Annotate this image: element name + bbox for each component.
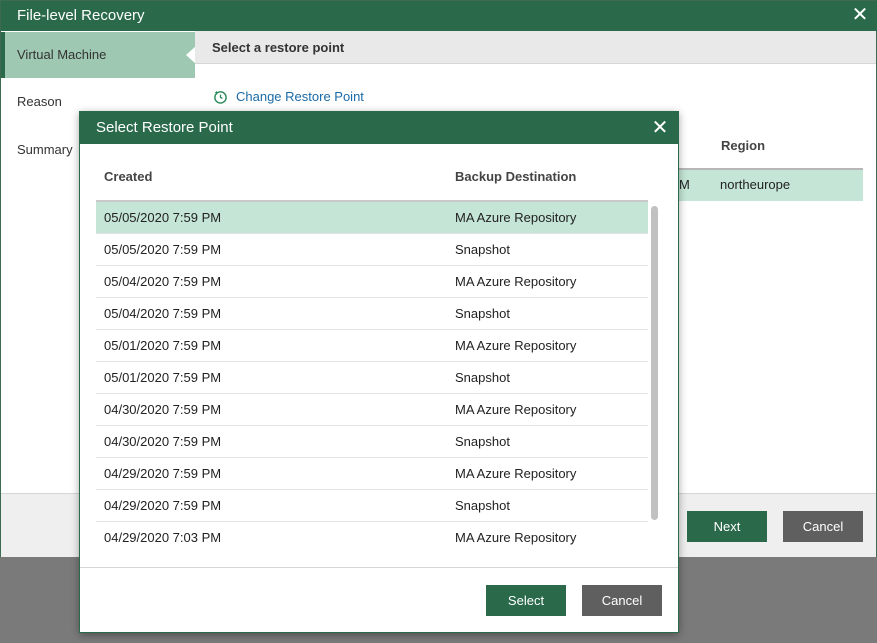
cell-backup-destination: MA Azure Repository [455, 210, 577, 225]
cancel-button[interactable]: Cancel [783, 511, 863, 542]
scrollbar-thumb[interactable] [651, 206, 658, 520]
dialog-titlebar: Select Restore Point ✕ [80, 112, 678, 144]
table-row[interactable]: 05/04/2020 7:59 PM Snapshot [96, 298, 648, 330]
nav-item-label: Reason [17, 94, 62, 109]
cell-created: 05/01/2020 7:59 PM [104, 370, 222, 385]
dialog-cancel-button[interactable]: Cancel [582, 585, 662, 616]
select-button[interactable]: Select [486, 585, 566, 616]
cell-backup-destination: Snapshot [455, 434, 510, 449]
column-header-backup-destination[interactable]: Backup Destination [455, 169, 576, 184]
table-cell-region: northeurope [720, 177, 791, 192]
table-row[interactable]: 04/30/2020 7:59 PM MA Azure Repository [96, 394, 648, 426]
cell-backup-destination: MA Azure Repository [455, 338, 577, 353]
column-header-created[interactable]: Created [104, 169, 152, 184]
cell-created: 04/30/2020 7:59 PM [104, 402, 222, 417]
table-row[interactable]: 04/29/2020 7:59 PM MA Azure Repository [96, 458, 648, 490]
cell-created: 05/01/2020 7:59 PM [104, 338, 222, 353]
cell-backup-destination: Snapshot [455, 498, 510, 513]
table-row[interactable]: 04/29/2020 7:03 PM MA Azure Repository [96, 522, 648, 550]
cell-created: 04/30/2020 7:59 PM [104, 434, 222, 449]
cell-backup-destination: Snapshot [455, 306, 510, 321]
content-header: Select a restore point [195, 31, 876, 64]
change-restore-point-label: Change Restore Point [236, 88, 364, 104]
next-button[interactable]: Next [687, 511, 767, 542]
dialog-title: Select Restore Point [96, 119, 233, 136]
window-title: File-level Recovery [17, 7, 145, 24]
table-row[interactable]: 05/04/2020 7:59 PM MA Azure Repository [96, 266, 648, 298]
cell-backup-destination: Snapshot [455, 242, 510, 257]
window-titlebar: File-level Recovery ✕ [1, 1, 877, 31]
cell-created: 04/29/2020 7:59 PM [104, 498, 222, 513]
cell-backup-destination: MA Azure Repository [455, 466, 577, 481]
nav-item-virtual-machine[interactable]: Virtual Machine [1, 32, 196, 78]
window-close-icon[interactable]: ✕ [850, 4, 870, 26]
table-cell-partial: M [679, 177, 690, 192]
cell-created: 04/29/2020 7:59 PM [104, 466, 222, 481]
restore-clock-icon [214, 90, 227, 104]
table-row[interactable]: 05/05/2020 7:59 PM Snapshot [96, 234, 648, 266]
cell-created: 04/29/2020 7:03 PM [104, 530, 222, 545]
cell-backup-destination: MA Azure Repository [455, 274, 577, 289]
cell-backup-destination: MA Azure Repository [455, 402, 577, 417]
table-row[interactable]: 04/30/2020 7:59 PM Snapshot [96, 426, 648, 458]
cell-created: 05/05/2020 7:59 PM [104, 210, 222, 225]
restore-point-list: 05/05/2020 7:59 PM MA Azure Repository 05/… [96, 202, 648, 550]
table-row[interactable]: 05/01/2020 7:59 PM MA Azure Repository [96, 330, 648, 362]
change-restore-point-link[interactable]: Change Restore Point [213, 87, 364, 105]
nav-item-label: Summary [17, 142, 73, 157]
dialog-footer: Select Cancel [80, 567, 678, 632]
cell-created: 05/04/2020 7:59 PM [104, 274, 222, 289]
cell-backup-destination: MA Azure Repository [455, 530, 577, 545]
cell-created: 05/04/2020 7:59 PM [104, 306, 222, 321]
scrollbar[interactable] [648, 202, 662, 550]
table-row[interactable]: 04/29/2020 7:59 PM Snapshot [96, 490, 648, 522]
table-row[interactable]: 05/01/2020 7:59 PM Snapshot [96, 362, 648, 394]
table-row[interactable]: 05/05/2020 7:59 PM MA Azure Repository [96, 202, 648, 234]
dialog-close-icon[interactable]: ✕ [650, 117, 670, 139]
cell-created: 05/05/2020 7:59 PM [104, 242, 222, 257]
nav-item-label: Virtual Machine [17, 47, 107, 62]
content-header-title: Select a restore point [212, 40, 345, 55]
select-restore-point-dialog: Select Restore Point ✕ Created Backup De… [79, 111, 679, 633]
cell-backup-destination: Snapshot [455, 370, 510, 385]
column-header-region: Region [721, 138, 766, 153]
